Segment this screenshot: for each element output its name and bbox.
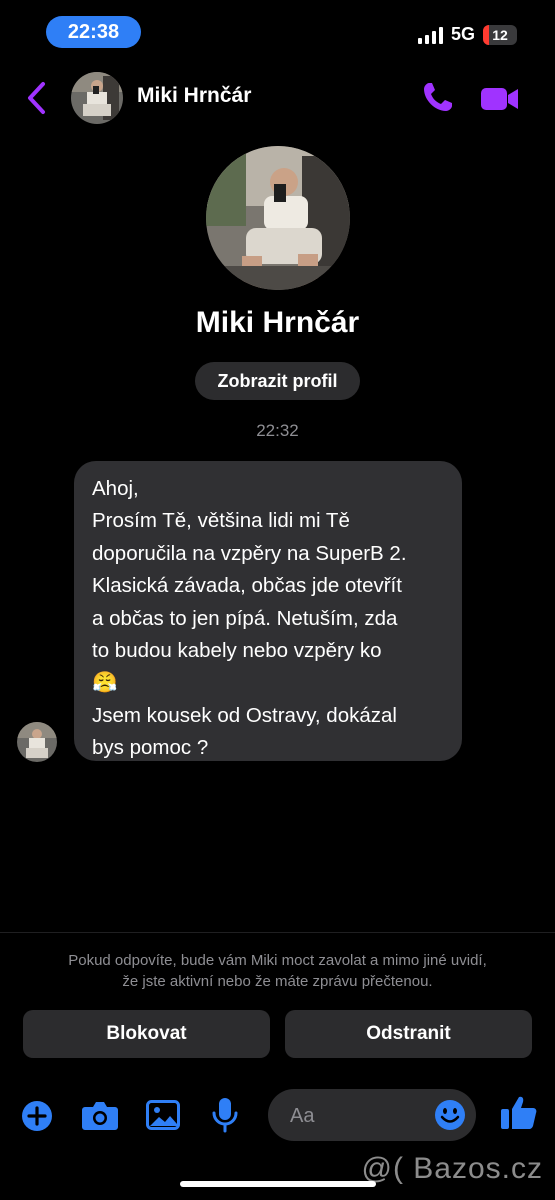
reply-notice-line: že jste aktivní nebo že máte zprávu přeč… bbox=[122, 973, 433, 990]
message-emoji: 😤 bbox=[92, 671, 118, 695]
message-composer bbox=[268, 1089, 476, 1143]
profile-avatar bbox=[206, 146, 350, 290]
remove-button[interactable]: Odstranit bbox=[285, 1010, 532, 1058]
phone-icon[interactable] bbox=[421, 80, 455, 114]
battery-icon: 12 bbox=[483, 24, 517, 45]
profile-name: Miki Hrnčár bbox=[195, 306, 360, 339]
message-input[interactable] bbox=[288, 1089, 432, 1143]
message-line: Klasická závada, občas jde otevřít bbox=[92, 574, 402, 598]
status-time: 22:38 bbox=[46, 16, 141, 48]
microphone-icon[interactable] bbox=[211, 1097, 239, 1133]
status-indicators: 5G 12 bbox=[417, 24, 517, 45]
plus-icon[interactable] bbox=[21, 1100, 53, 1132]
message-timestamp: 22:32 bbox=[256, 421, 299, 440]
chevron-left-icon[interactable] bbox=[24, 80, 48, 116]
message-line: Jsem kousek od Ostravy, dokázal bbox=[92, 703, 397, 727]
message-sender-avatar[interactable] bbox=[17, 722, 57, 762]
emoji-icon[interactable] bbox=[434, 1099, 466, 1131]
message-line: bys pomoc ? bbox=[92, 736, 209, 760]
view-profile-button[interactable]: Zobrazit profil bbox=[195, 362, 360, 400]
network-label: 5G bbox=[450, 24, 475, 44]
signal-icon bbox=[417, 26, 443, 44]
video-camera-icon[interactable] bbox=[480, 82, 520, 114]
block-button[interactable]: Blokovat bbox=[23, 1010, 270, 1058]
image-icon[interactable] bbox=[146, 1100, 180, 1130]
message-line: a občas to jen pípá. Netuším, zda bbox=[92, 606, 398, 630]
header-contact-name[interactable]: Miki Hrnčár bbox=[137, 84, 251, 108]
thumbs-up-icon[interactable] bbox=[500, 1095, 538, 1131]
message-line: to budou kabely nebo vzpěry ko bbox=[92, 639, 382, 663]
reply-notice: Pokud odpovíte, bude vám Miki moct zavol… bbox=[20, 950, 535, 992]
message-bubble[interactable]: Ahoj, Prosím Tě, většina lidi mi Tě dopo… bbox=[74, 461, 462, 761]
battery-level: 12 bbox=[492, 26, 508, 43]
camera-icon[interactable] bbox=[81, 1099, 119, 1131]
header-avatar[interactable] bbox=[71, 72, 123, 124]
divider bbox=[0, 932, 555, 933]
message-line: Prosím Tě, většina lidi mi Tě bbox=[92, 509, 350, 533]
home-indicator bbox=[180, 1181, 376, 1187]
watermark: @( Bazos.cz bbox=[361, 1152, 543, 1185]
reply-notice-line: Pokud odpovíte, bude vám Miki moct zavol… bbox=[68, 952, 487, 969]
message-line: Ahoj, bbox=[92, 477, 139, 500]
message-line: doporučila na vzpěry na SuperB 2. bbox=[92, 541, 407, 565]
